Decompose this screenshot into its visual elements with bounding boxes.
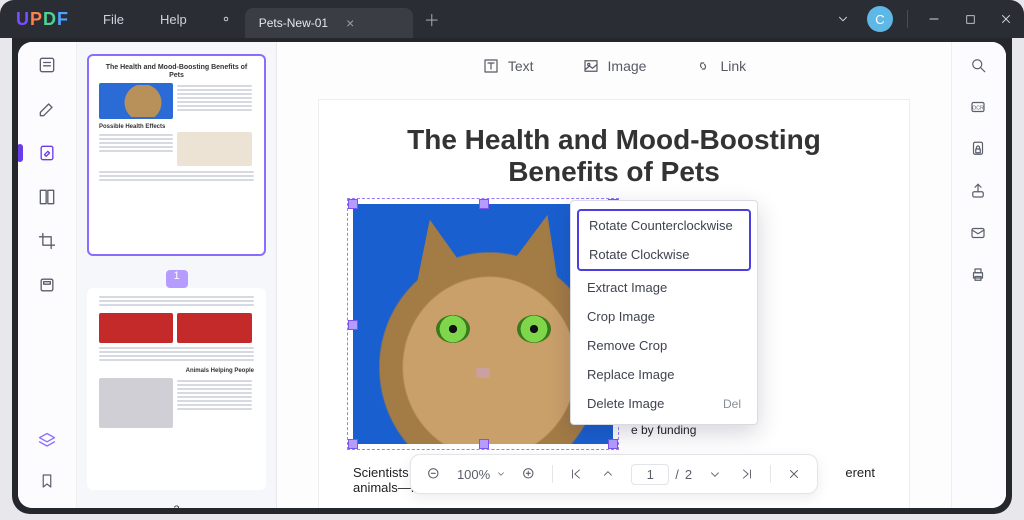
left-rail: [18, 42, 77, 508]
resize-handle[interactable]: [348, 320, 358, 330]
export-icon[interactable]: [969, 182, 989, 202]
next-page-icon[interactable]: [706, 465, 724, 483]
svg-text:OCR: OCR: [972, 105, 984, 111]
annotate-icon[interactable]: [36, 98, 58, 120]
thumb2-sub: Animals Helping People: [93, 366, 260, 376]
email-icon[interactable]: [969, 224, 989, 244]
app-frame: The Health and Mood-Boosting Benefits of…: [12, 38, 1012, 514]
app-logo: UPDF: [0, 9, 85, 30]
resize-handle[interactable]: [608, 439, 618, 449]
search-icon[interactable]: [969, 56, 989, 76]
document-tab-label: Pets-New-01: [259, 16, 328, 30]
chevron-down-icon[interactable]: [825, 0, 861, 38]
zoom-out-icon[interactable]: [425, 465, 443, 483]
bookmark-icon[interactable]: [36, 470, 58, 492]
window-close-icon[interactable]: [988, 0, 1024, 38]
page-nav-bar: 100% 1 / 2: [410, 454, 818, 494]
context-highlight-group: Rotate Counterclockwise Rotate Clockwise: [577, 209, 751, 271]
menu-delete-image[interactable]: Delete Image Del: [571, 389, 757, 418]
total-pages: 2: [685, 467, 692, 482]
close-bar-icon[interactable]: [785, 465, 803, 483]
menu-rotate-ccw[interactable]: Rotate Counterclockwise: [579, 211, 749, 240]
current-page[interactable]: 1: [631, 464, 669, 485]
prev-page-icon[interactable]: [599, 465, 617, 483]
title-bar: UPDF File Help Pets-New-01 × ＋ C: [0, 0, 1024, 38]
thumbnail-page-2[interactable]: Animals Helping People: [87, 288, 266, 490]
right-rail: OCR: [951, 42, 1006, 508]
menu-rotate-cw[interactable]: Rotate Clockwise: [579, 240, 749, 269]
reader-mode-icon[interactable]: [36, 54, 58, 76]
edit-pdf-icon[interactable]: [36, 142, 58, 164]
tool-text[interactable]: Text: [482, 57, 534, 75]
tab-home-icon[interactable]: [211, 4, 241, 34]
doc-title: The Health and Mood-BoostingBenefits of …: [353, 124, 875, 188]
tool-text-label: Text: [508, 58, 534, 74]
image-context-menu: Rotate Counterclockwise Rotate Clockwise…: [570, 200, 758, 425]
form-icon[interactable]: [36, 274, 58, 296]
zoom-dropdown[interactable]: 100%: [457, 467, 506, 482]
thumbnail-page-1[interactable]: The Health and Mood-Boosting Benefits of…: [87, 54, 266, 256]
menu-crop-image[interactable]: Crop Image: [571, 302, 757, 331]
menu-file[interactable]: File: [85, 12, 142, 27]
resize-handle[interactable]: [479, 439, 489, 449]
window-maximize-icon[interactable]: [952, 0, 988, 38]
page-number[interactable]: 1 / 2: [631, 464, 692, 485]
menu-remove-crop[interactable]: Remove Crop: [571, 331, 757, 360]
add-tab-icon[interactable]: ＋: [417, 4, 447, 34]
app-inner: The Health and Mood-Boosting Benefits of…: [18, 42, 1006, 508]
crop-icon[interactable]: [36, 230, 58, 252]
document-tab[interactable]: Pets-New-01 ×: [245, 8, 413, 38]
organize-icon[interactable]: [36, 186, 58, 208]
zoom-value: 100%: [457, 467, 490, 482]
resize-handle[interactable]: [479, 199, 489, 209]
menu-extract-image[interactable]: Extract Image: [571, 273, 757, 302]
thumbnail-1-number: 1: [166, 270, 188, 288]
thumbnail-2-number: 2: [166, 504, 188, 508]
ocr-icon[interactable]: OCR: [969, 98, 989, 118]
window-minimize-icon[interactable]: [916, 0, 952, 38]
zoom-in-icon[interactable]: [520, 465, 538, 483]
thumbnail-panel: The Health and Mood-Boosting Benefits of…: [77, 42, 277, 508]
separator: [907, 10, 908, 28]
close-tab-icon[interactable]: ×: [346, 15, 354, 31]
resize-handle[interactable]: [348, 199, 358, 209]
tool-image[interactable]: Image: [582, 57, 647, 75]
thumb1-title: The Health and Mood-Boosting Benefits of…: [93, 60, 260, 83]
thumb1-sub: Possible Health Effects: [93, 122, 260, 132]
tool-link-label: Link: [720, 58, 746, 74]
resize-handle[interactable]: [348, 439, 358, 449]
last-page-icon[interactable]: [738, 465, 756, 483]
menu-delete-shortcut: Del: [723, 397, 741, 411]
protect-icon[interactable]: [969, 140, 989, 160]
chevron-down-icon: [496, 469, 506, 479]
tool-image-label: Image: [608, 58, 647, 74]
menu-replace-image[interactable]: Replace Image: [571, 360, 757, 389]
tool-link[interactable]: Link: [694, 57, 746, 75]
menu-help[interactable]: Help: [142, 12, 205, 27]
first-page-icon[interactable]: [567, 465, 585, 483]
layers-icon[interactable]: [36, 430, 58, 452]
edit-toolbar: Text Image Link: [277, 42, 951, 90]
user-avatar[interactable]: C: [867, 6, 893, 32]
print-icon[interactable]: [969, 266, 989, 286]
